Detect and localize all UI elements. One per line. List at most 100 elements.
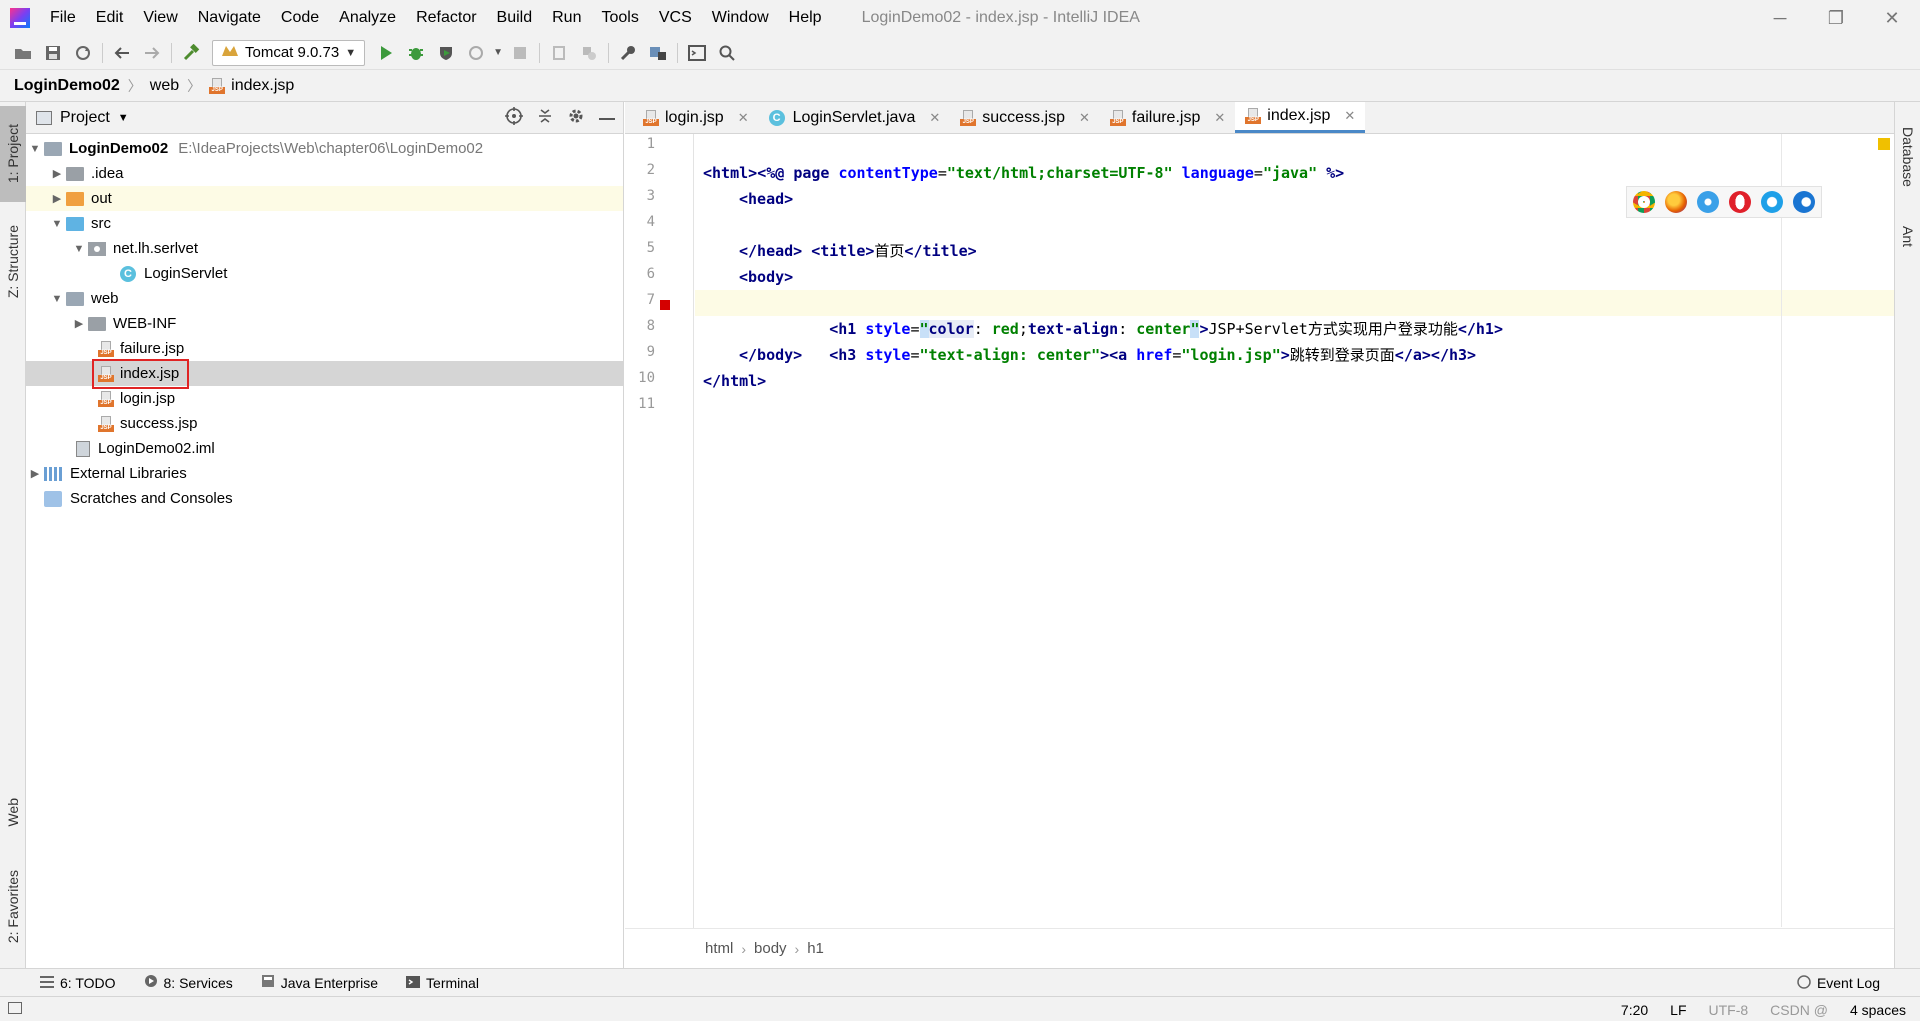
tree-item-out[interactable]: ▶ out xyxy=(26,186,623,211)
menu-file[interactable]: File xyxy=(40,0,86,36)
menu-run[interactable]: Run xyxy=(542,0,591,36)
opera-icon[interactable] xyxy=(1729,191,1751,213)
tree-item-iml[interactable]: LoginDemo02.iml xyxy=(26,436,623,461)
chevron-down-icon[interactable]: ▼ xyxy=(118,112,129,124)
project-panel-title[interactable]: Project xyxy=(60,109,110,127)
tab-loginservlet-java[interactable]: C LoginServlet.java ✕ xyxy=(759,102,951,133)
tree-item-webinf[interactable]: ▶ WEB-INF xyxy=(26,311,623,336)
sync-icon[interactable] xyxy=(68,39,98,67)
collapsed-arrow-icon[interactable]: ▶ xyxy=(70,317,88,330)
collapsed-arrow-icon[interactable]: ▶ xyxy=(48,167,66,180)
expanded-arrow-icon[interactable]: ▼ xyxy=(26,143,44,155)
chrome-icon[interactable] xyxy=(1633,191,1655,213)
breadcrumb-folder[interactable]: web xyxy=(150,77,179,95)
collapsed-arrow-icon[interactable]: ▶ xyxy=(48,192,66,205)
breadcrumb-project[interactable]: LoginDemo02 xyxy=(14,77,120,95)
editor-gutter[interactable]: 1 2 3 4 5 6 7 8 9 10 11 xyxy=(625,134,724,929)
chevron-down-icon[interactable]: ▼ xyxy=(491,39,505,67)
menu-tools[interactable]: Tools xyxy=(591,0,648,36)
tool-tab-ant[interactable]: Ant xyxy=(1895,212,1920,262)
open-folder-icon[interactable] xyxy=(8,39,38,67)
edge-icon[interactable] xyxy=(1793,191,1815,213)
close-icon[interactable]: ✕ xyxy=(1344,108,1355,124)
collapsed-arrow-icon[interactable]: ▶ xyxy=(26,467,44,480)
settings-wrench-icon[interactable] xyxy=(613,39,643,67)
tool-tab-terminal[interactable]: Terminal xyxy=(406,975,479,991)
tree-item-external-libraries[interactable]: ▶ External Libraries xyxy=(26,461,623,486)
close-icon[interactable]: ✕ xyxy=(738,110,749,126)
tree-item-package[interactable]: ▼ net.lh.serlvet xyxy=(26,236,623,261)
tab-success-jsp[interactable]: JSP success.jsp ✕ xyxy=(950,102,1100,133)
tree-item-web[interactable]: ▼ web xyxy=(26,286,623,311)
expanded-arrow-icon[interactable]: ▼ xyxy=(48,293,66,305)
tool-tab-services[interactable]: 8: Services xyxy=(144,974,233,991)
line-separator[interactable]: LF xyxy=(1670,1002,1686,1018)
menu-code[interactable]: Code xyxy=(271,0,329,36)
close-icon[interactable]: ✕ xyxy=(1214,110,1225,126)
close-icon[interactable]: ✕ xyxy=(1079,110,1090,126)
menu-build[interactable]: Build xyxy=(487,0,543,36)
expanded-arrow-icon[interactable]: ▼ xyxy=(70,243,88,255)
code-editor[interactable]: <%@ page contentType="text/html;charset=… xyxy=(695,134,1894,929)
tab-index-jsp[interactable]: JSP index.jsp ✕ xyxy=(1235,102,1366,133)
close-window-icon[interactable]: ✕ xyxy=(1864,0,1920,36)
menu-view[interactable]: View xyxy=(133,0,187,36)
tool-tab-structure[interactable]: Z: Structure xyxy=(0,212,26,312)
tool-tab-java-enterprise[interactable]: Java Enterprise xyxy=(261,974,378,991)
menu-help[interactable]: Help xyxy=(779,0,832,36)
rerun-icon[interactable] xyxy=(574,39,604,67)
tool-tab-web[interactable]: Web xyxy=(0,782,26,842)
tree-item-src[interactable]: ▼ src xyxy=(26,211,623,236)
search-icon[interactable] xyxy=(712,39,742,67)
inspection-status-icon[interactable] xyxy=(1878,138,1890,150)
save-icon[interactable] xyxy=(38,39,68,67)
stop-icon[interactable] xyxy=(505,39,535,67)
menu-vcs[interactable]: VCS xyxy=(649,0,702,36)
menu-refactor[interactable]: Refactor xyxy=(406,0,486,36)
internet-explorer-icon[interactable] xyxy=(1761,191,1783,213)
expanded-arrow-icon[interactable]: ▼ xyxy=(48,218,66,230)
editor-crumb-body[interactable]: body xyxy=(754,940,787,957)
tool-tab-database[interactable]: Database xyxy=(1895,112,1920,202)
safari-icon[interactable] xyxy=(1697,191,1719,213)
tree-item-login-jsp[interactable]: JSP login.jsp xyxy=(26,386,623,411)
build-hammer-icon[interactable] xyxy=(176,39,206,67)
menu-window[interactable]: Window xyxy=(702,0,779,36)
breadcrumb-file[interactable]: JSP index.jsp xyxy=(209,77,294,95)
menu-edit[interactable]: Edit xyxy=(86,0,134,36)
locate-target-icon[interactable] xyxy=(505,106,523,130)
run-configuration-select[interactable]: Tomcat 9.0.73 ▼ xyxy=(212,39,366,66)
menu-analyze[interactable]: Analyze xyxy=(329,0,406,36)
tab-login-jsp[interactable]: JSP login.jsp ✕ xyxy=(633,102,759,133)
caret-position[interactable]: 7:20 xyxy=(1621,1002,1648,1018)
attach-debugger-icon[interactable] xyxy=(544,39,574,67)
tree-item-loginservlet[interactable]: C LoginServlet xyxy=(26,261,623,286)
collapse-all-icon[interactable] xyxy=(537,107,553,130)
minimize-icon[interactable]: ─ xyxy=(1752,0,1808,36)
debug-icon[interactable] xyxy=(401,39,431,67)
tree-item-scratches[interactable]: Scratches and Consoles xyxy=(26,486,623,511)
editor-crumb-h1[interactable]: h1 xyxy=(807,940,824,957)
back-arrow-icon[interactable] xyxy=(107,39,137,67)
tool-tab-todo[interactable]: 6: TODO xyxy=(40,975,116,991)
file-encoding[interactable]: UTF-8 xyxy=(1709,1002,1749,1018)
close-icon[interactable]: ✕ xyxy=(929,110,940,126)
firefox-icon[interactable] xyxy=(1665,191,1687,213)
tool-tab-event-log[interactable]: Event Log xyxy=(1797,969,1880,997)
tool-tab-project[interactable]: 1: Project xyxy=(0,106,26,202)
menu-navigate[interactable]: Navigate xyxy=(188,0,271,36)
hide-panel-icon[interactable] xyxy=(599,109,615,127)
toggle-tool-windows-icon[interactable] xyxy=(8,1001,22,1017)
coverage-icon[interactable] xyxy=(431,39,461,67)
profile-icon[interactable] xyxy=(461,39,491,67)
restore-icon[interactable]: ❐ xyxy=(1808,0,1864,36)
terminal-window-icon[interactable] xyxy=(682,39,712,67)
tool-tab-favorites[interactable]: 2: Favorites xyxy=(0,852,26,962)
forward-arrow-icon[interactable] xyxy=(137,39,167,67)
tree-item-success-jsp[interactable]: JSP success.jsp xyxy=(26,411,623,436)
project-structure-icon[interactable] xyxy=(643,39,673,67)
tree-item-root[interactable]: ▼ LoginDemo02 E:\IdeaProjects\Web\chapte… xyxy=(26,136,623,161)
tree-item-idea[interactable]: ▶ .idea xyxy=(26,161,623,186)
tree-item-failure-jsp[interactable]: JSP failure.jsp xyxy=(26,336,623,361)
tab-failure-jsp[interactable]: JSP failure.jsp ✕ xyxy=(1100,102,1235,133)
